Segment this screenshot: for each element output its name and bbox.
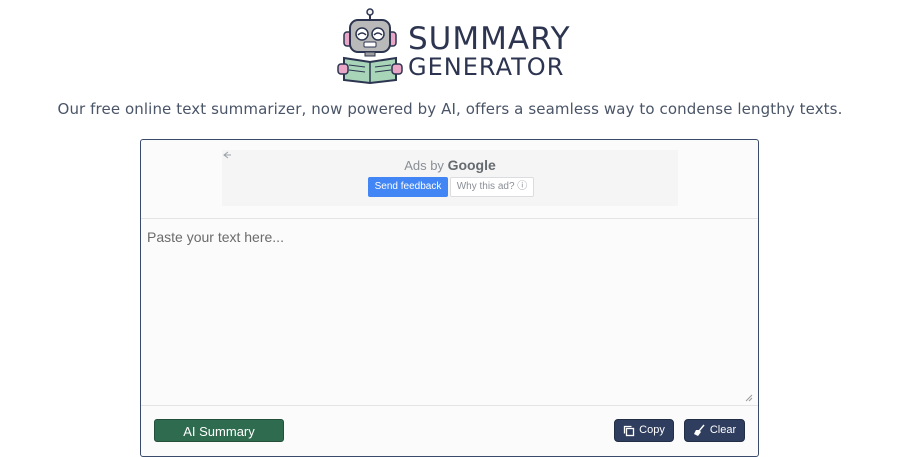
clear-button[interactable]: Clear — [684, 419, 745, 442]
ad-banner: Ads by Google Send feedback Why this ad?… — [222, 150, 678, 206]
robot-reading-icon — [337, 8, 403, 84]
ai-summary-button[interactable]: AI Summary — [154, 419, 284, 442]
google-text: Google — [447, 157, 496, 173]
page-tagline: Our free online text summarizer, now pow… — [57, 100, 843, 118]
divider — [141, 405, 758, 406]
copy-label: Copy — [639, 424, 665, 436]
resize-handle-icon[interactable] — [745, 394, 753, 404]
logo-title-line2: GENERATOR — [408, 53, 565, 81]
info-icon: ⓘ — [517, 181, 528, 192]
site-header: SUMMARY GENERATOR — [0, 0, 900, 90]
copy-button[interactable]: Copy — [614, 419, 674, 442]
send-feedback-button[interactable]: Send feedback — [368, 177, 448, 197]
text-input[interactable] — [141, 219, 758, 405]
copy-icon — [624, 425, 635, 436]
ads-by-google-label: Ads by Google — [222, 157, 678, 173]
broom-icon — [693, 424, 705, 436]
why-this-ad-label: Why this ad? — [456, 181, 515, 192]
summarizer-card: Ads by Google Send feedback Why this ad?… — [140, 139, 759, 457]
clear-label: Clear — [709, 424, 737, 436]
why-this-ad-button[interactable]: Why this ad? ⓘ — [450, 177, 534, 197]
site-logo[interactable]: SUMMARY GENERATOR — [334, 8, 570, 84]
ads-by-text: Ads by — [404, 158, 444, 173]
logo-title-line1: SUMMARY — [408, 21, 571, 57]
